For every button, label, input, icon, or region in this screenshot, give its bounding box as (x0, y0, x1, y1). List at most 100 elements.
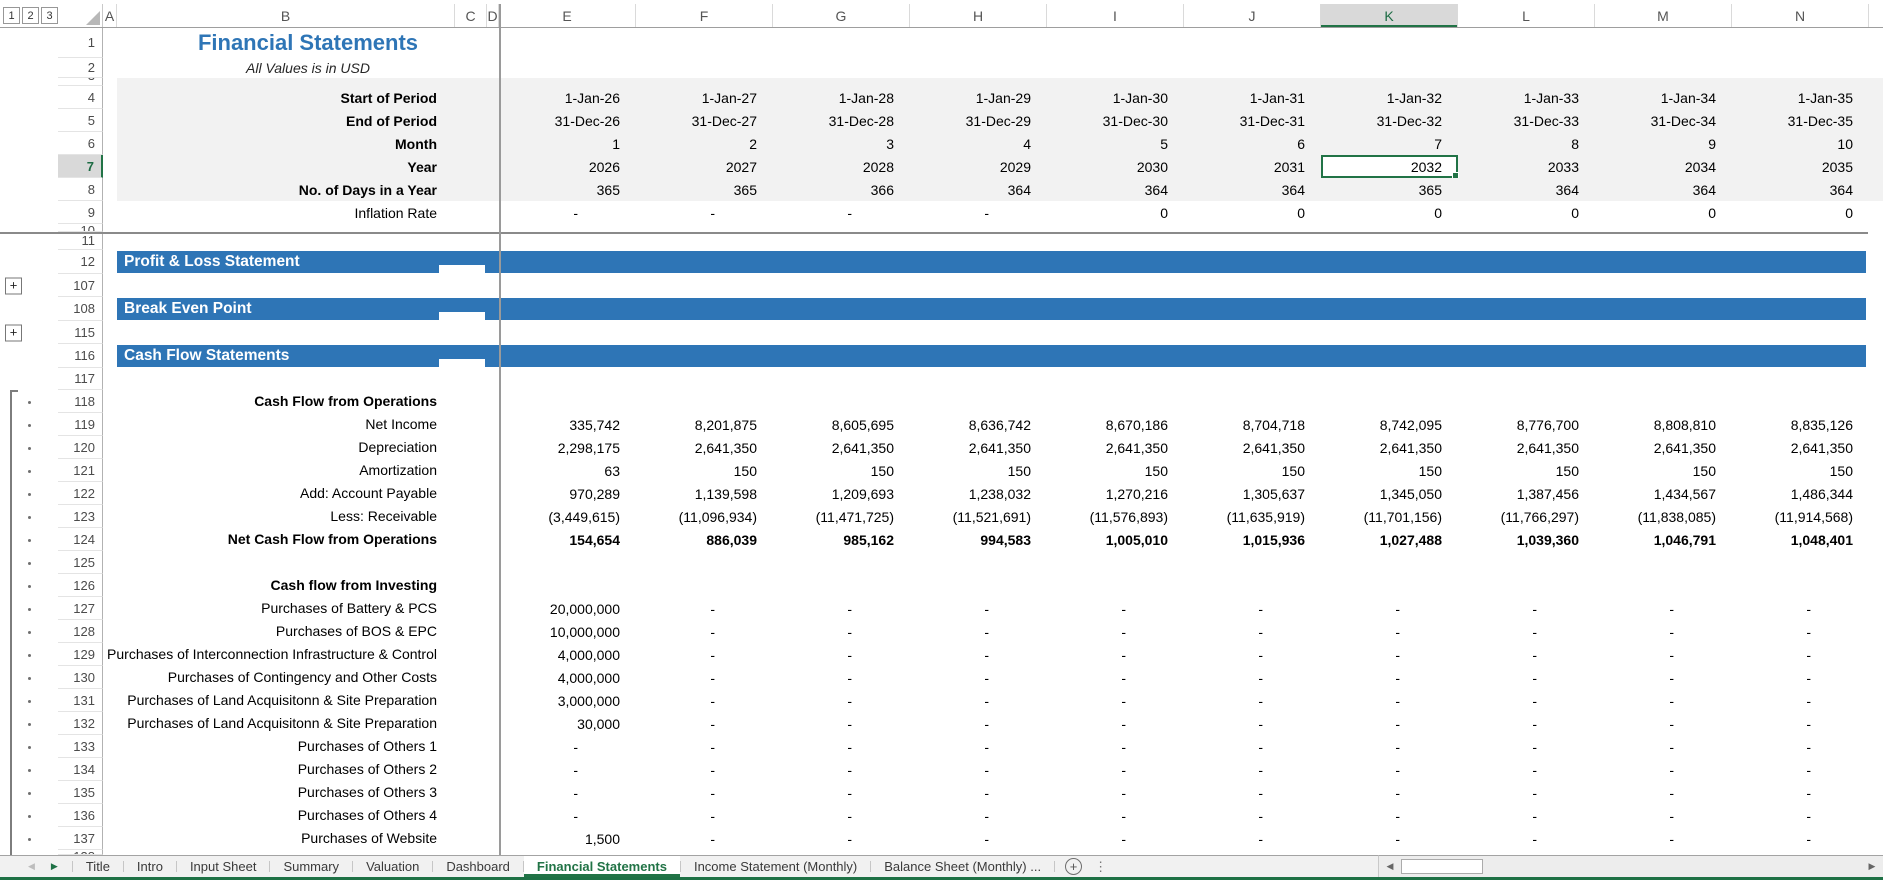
cell-D9[interactable] (487, 201, 499, 224)
cell-I137[interactable]: - (1047, 827, 1184, 850)
row-header-4[interactable]: 4 (58, 86, 103, 109)
cell-G121[interactable]: 150 (773, 459, 910, 482)
row-header-117[interactable]: 117 (58, 368, 103, 390)
cell-F8[interactable]: 365 (636, 178, 773, 201)
sheet-tab-valuation[interactable]: Valuation (353, 856, 432, 877)
cell-C7[interactable] (455, 155, 487, 178)
cell-E123[interactable]: (3,449,615) (499, 505, 636, 528)
row-header-134[interactable]: 134 (58, 758, 103, 781)
cell-B8[interactable]: No. of Days in a Year (117, 178, 455, 201)
row-header-6[interactable]: 6 (58, 132, 103, 155)
cell-N128[interactable]: - (1732, 620, 1869, 643)
cell-I129[interactable]: - (1047, 643, 1184, 666)
cell-N135[interactable]: - (1732, 781, 1869, 804)
row-header-8[interactable]: 8 (58, 178, 103, 201)
cell-D8[interactable] (487, 178, 499, 201)
cell-B5[interactable]: End of Period (117, 109, 455, 132)
cell-I135[interactable]: - (1047, 781, 1184, 804)
cell-K6[interactable]: 7 (1321, 132, 1458, 155)
cell-I130[interactable]: - (1047, 666, 1184, 689)
row-header-108[interactable]: 108 (58, 297, 103, 321)
column-header-H[interactable]: H (910, 4, 1047, 27)
cell-L129[interactable]: - (1458, 643, 1595, 666)
cell-B121[interactable]: Amortization (103, 459, 455, 482)
cell-L6[interactable]: 8 (1458, 132, 1595, 155)
cell-J132[interactable]: - (1184, 712, 1321, 735)
cell-E121[interactable]: 63 (499, 459, 636, 482)
cell-J6[interactable]: 6 (1184, 132, 1321, 155)
cell-A4[interactable] (103, 86, 117, 109)
row-header-116[interactable]: 116 (58, 344, 103, 368)
row-header-107[interactable]: 107 (58, 274, 103, 297)
cell-C6[interactable] (455, 132, 487, 155)
cell-F133[interactable]: - (636, 735, 773, 758)
column-header-E[interactable]: E (499, 4, 636, 27)
cell-H135[interactable]: - (910, 781, 1047, 804)
cell-A1[interactable] (103, 28, 117, 58)
row-header-133[interactable]: 133 (58, 735, 103, 758)
cell-I127[interactable]: - (1047, 597, 1184, 620)
cell-C4[interactable] (455, 86, 487, 109)
cell-F4[interactable]: 1-Jan-27 (636, 86, 773, 109)
cell-I120[interactable]: 2,641,350 (1047, 436, 1184, 459)
row-header-9[interactable]: 9 (58, 201, 103, 224)
cell-I131[interactable]: - (1047, 689, 1184, 712)
section-banner-row-12[interactable]: Profit & Loss Statement (117, 251, 1866, 273)
cell-F121[interactable]: 150 (636, 459, 773, 482)
cell-B118[interactable]: Cash Flow from Operations (103, 390, 455, 413)
cell-I6[interactable]: 5 (1047, 132, 1184, 155)
freeze-split-vertical[interactable] (499, 4, 501, 855)
cell-A10[interactable] (103, 224, 117, 232)
cell-N6[interactable]: 10 (1732, 132, 1869, 155)
cell-F129[interactable]: - (636, 643, 773, 666)
cell-F127[interactable]: - (636, 597, 773, 620)
row-header-135[interactable]: 135 (58, 781, 103, 804)
cell-E8[interactable]: 365 (499, 178, 636, 201)
cell-E132[interactable]: 30,000 (499, 712, 636, 735)
cell-K136[interactable]: - (1321, 804, 1458, 827)
cell-H131[interactable]: - (910, 689, 1047, 712)
cell-C8[interactable] (455, 178, 487, 201)
cell-H8[interactable]: 364 (910, 178, 1047, 201)
cell-D4[interactable] (487, 86, 499, 109)
sheet-subtitle-cell[interactable]: All Values is in USD (117, 58, 499, 78)
cell-F137[interactable]: - (636, 827, 773, 850)
row-header-7[interactable]: 7 (58, 155, 103, 178)
cell-B136[interactable]: Purchases of Others 4 (103, 804, 455, 827)
cell-L133[interactable]: - (1458, 735, 1595, 758)
cell-D6[interactable] (487, 132, 499, 155)
outline-expand-button-row-115[interactable]: + (5, 324, 22, 341)
cell-A5[interactable] (103, 109, 117, 132)
cell-H127[interactable]: - (910, 597, 1047, 620)
cell-F119[interactable]: 8,201,875 (636, 413, 773, 436)
cell-M130[interactable]: - (1595, 666, 1732, 689)
sheet-tab-summary[interactable]: Summary (270, 856, 352, 877)
outline-level-button-1[interactable]: 1 (3, 7, 20, 24)
row-header-130[interactable]: 130 (58, 666, 103, 689)
cell-I5[interactable]: 31-Dec-30 (1047, 109, 1184, 132)
cell-J137[interactable]: - (1184, 827, 1321, 850)
cell-F130[interactable]: - (636, 666, 773, 689)
cell-A6[interactable] (103, 132, 117, 155)
cell-M129[interactable]: - (1595, 643, 1732, 666)
cell-E119[interactable]: 335,742 (499, 413, 636, 436)
cell-F5[interactable]: 31-Dec-27 (636, 109, 773, 132)
cell-B132[interactable]: Purchases of Land Acquisitonn & Site Pre… (103, 712, 455, 735)
cell-K134[interactable]: - (1321, 758, 1458, 781)
cell-I124[interactable]: 1,005,010 (1047, 528, 1184, 551)
cell-B124[interactable]: Net Cash Flow from Operations (103, 528, 455, 551)
cell-L7[interactable]: 2033 (1458, 155, 1595, 178)
cell-L127[interactable]: - (1458, 597, 1595, 620)
cell-B127[interactable]: Purchases of Battery & PCS (103, 597, 455, 620)
cell-F124[interactable]: 886,039 (636, 528, 773, 551)
column-header-L[interactable]: L (1458, 4, 1595, 27)
row-header-11[interactable]: 11 (58, 234, 103, 250)
cell-B9[interactable]: Inflation Rate (117, 201, 455, 224)
cell-I9[interactable]: 0 (1047, 201, 1184, 224)
cell-G129[interactable]: - (773, 643, 910, 666)
cell-M131[interactable]: - (1595, 689, 1732, 712)
row-header-137[interactable]: 137 (58, 827, 103, 850)
column-header-B[interactable]: B (117, 4, 455, 27)
cell-H124[interactable]: 994,583 (910, 528, 1047, 551)
cell-G9[interactable]: - (773, 201, 910, 224)
